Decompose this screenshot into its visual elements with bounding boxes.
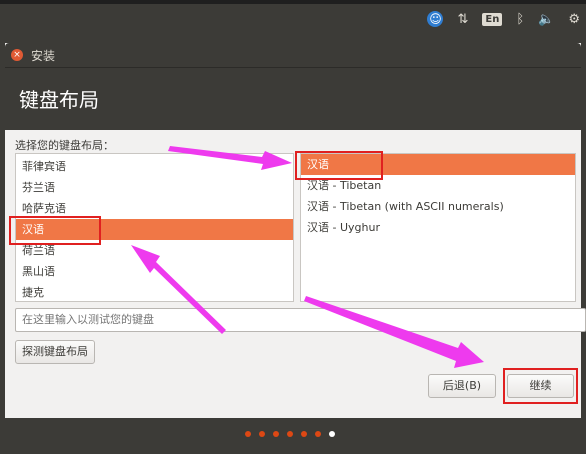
layout-list[interactable]: 菲律宾语 芬兰语 哈萨克语 汉语 荷兰语 黑山语 捷克 [15,153,294,302]
variant-item[interactable]: 汉语 - Uyghur [301,217,575,238]
variant-item[interactable]: 汉语 - Tibetan [301,175,575,196]
top-panel: ☺ ⇅ En ᛒ 🔈 ⚙ [0,0,586,38]
bluetooth-icon[interactable]: ᛒ [516,12,524,27]
progress-dot-current [329,431,335,437]
progress-dot [301,431,307,437]
detect-layout-button[interactable]: 探测键盘布局 [15,340,95,364]
variant-item[interactable]: 汉语 - Tibetan (with ASCII numerals) [301,196,575,217]
progress-dot [245,431,251,437]
window-titlebar: × 安装 [5,43,581,67]
continue-button[interactable]: 继续 [507,374,574,398]
volume-icon[interactable]: 🔈 [538,12,554,27]
progress-dot [259,431,265,437]
layout-item[interactable]: 芬兰语 [16,177,293,198]
progress-dots [245,431,335,437]
keyboard-test-input[interactable] [15,308,586,332]
variant-item-selected[interactable]: 汉语 [301,154,575,175]
layout-item[interactable]: 捷克 [16,282,293,301]
system-tray: ☺ ⇅ En ᛒ 🔈 ⚙ [427,8,580,30]
layout-prompt: 选择您的键盘布局： [15,139,114,152]
settings-gear-icon[interactable]: ⚙ [568,12,580,27]
back-button[interactable]: 后退(B) [428,374,496,398]
accessibility-icon[interactable]: ☺ [427,11,444,27]
page-title: 键盘布局 [19,88,99,112]
progress-dot [315,431,321,437]
progress-footer [5,418,581,454]
layout-item[interactable]: 菲律宾语 [16,156,293,177]
top-strip [0,0,586,4]
installer-window: × 安装 键盘布局 选择您的键盘布局： 菲律宾语 芬兰语 哈萨克语 汉语 荷兰语… [5,43,586,454]
window-title: 安装 [31,49,56,63]
layout-item-selected[interactable]: 汉语 [16,219,293,240]
progress-dot [287,431,293,437]
network-icon[interactable]: ⇅ [457,12,468,27]
keyboard-language-indicator[interactable]: En [482,12,503,26]
layout-item[interactable]: 哈萨克语 [16,198,293,219]
variant-list[interactable]: 汉语 汉语 - Tibetan 汉语 - Tibetan (with ASCII… [300,153,576,302]
layout-item[interactable]: 荷兰语 [16,240,293,261]
page-header: 键盘布局 [5,67,581,130]
close-icon[interactable]: × [11,49,23,61]
layout-item[interactable]: 黑山语 [16,261,293,282]
progress-dot [273,431,279,437]
